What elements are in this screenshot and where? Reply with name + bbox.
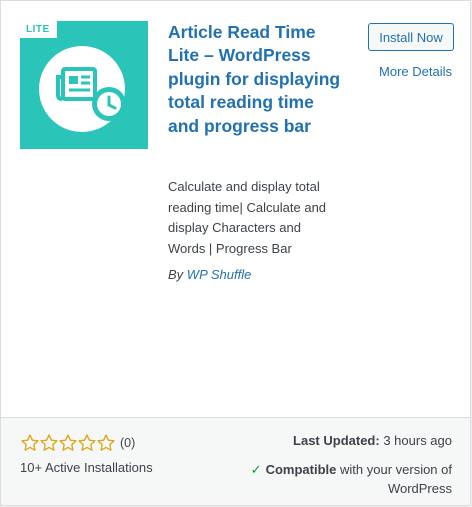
star-empty-icon (78, 434, 96, 451)
rating-count: (0) (120, 436, 136, 450)
last-updated-label: Last Updated: (293, 433, 380, 448)
plugin-card: LITE Article Read Time Lite – WordPress … (0, 0, 471, 506)
author-prefix: By (168, 267, 184, 282)
plugin-description: Calculate and display total reading time… (168, 179, 327, 256)
install-now-button[interactable]: Install Now (368, 23, 454, 51)
star-empty-icon (40, 434, 58, 451)
plugin-card-bottom: (0) 10+ Active Installations Last Update… (1, 417, 470, 505)
compatibility-status: ✓ Compatible with your version of WordPre… (222, 460, 452, 498)
star-empty-icon (59, 434, 77, 451)
lite-badge: LITE (20, 21, 57, 38)
plugin-author: By WP Shuffle (168, 267, 251, 282)
more-details-link[interactable]: More Details (379, 64, 452, 79)
last-updated: Last Updated: 3 hours ago (293, 433, 452, 448)
newspaper-clock-icon (39, 46, 126, 132)
compatible-label: Compatible (265, 462, 337, 477)
plugin-title-link[interactable]: Article Read Time Lite – WordPress plugi… (168, 21, 348, 138)
active-installs: 10+ Active Installations (20, 460, 153, 475)
plugin-card-top: LITE Article Read Time Lite – WordPress … (1, 1, 470, 417)
check-icon: ✓ (250, 462, 262, 477)
compatible-text: with your version of WordPress (340, 462, 452, 496)
star-empty-icon (21, 434, 39, 451)
plugin-icon[interactable]: LITE (20, 21, 148, 149)
last-updated-value: 3 hours ago (383, 433, 452, 448)
star-rating: (0) (20, 433, 135, 453)
star-empty-icon (97, 434, 115, 451)
author-link[interactable]: WP Shuffle (187, 267, 252, 282)
